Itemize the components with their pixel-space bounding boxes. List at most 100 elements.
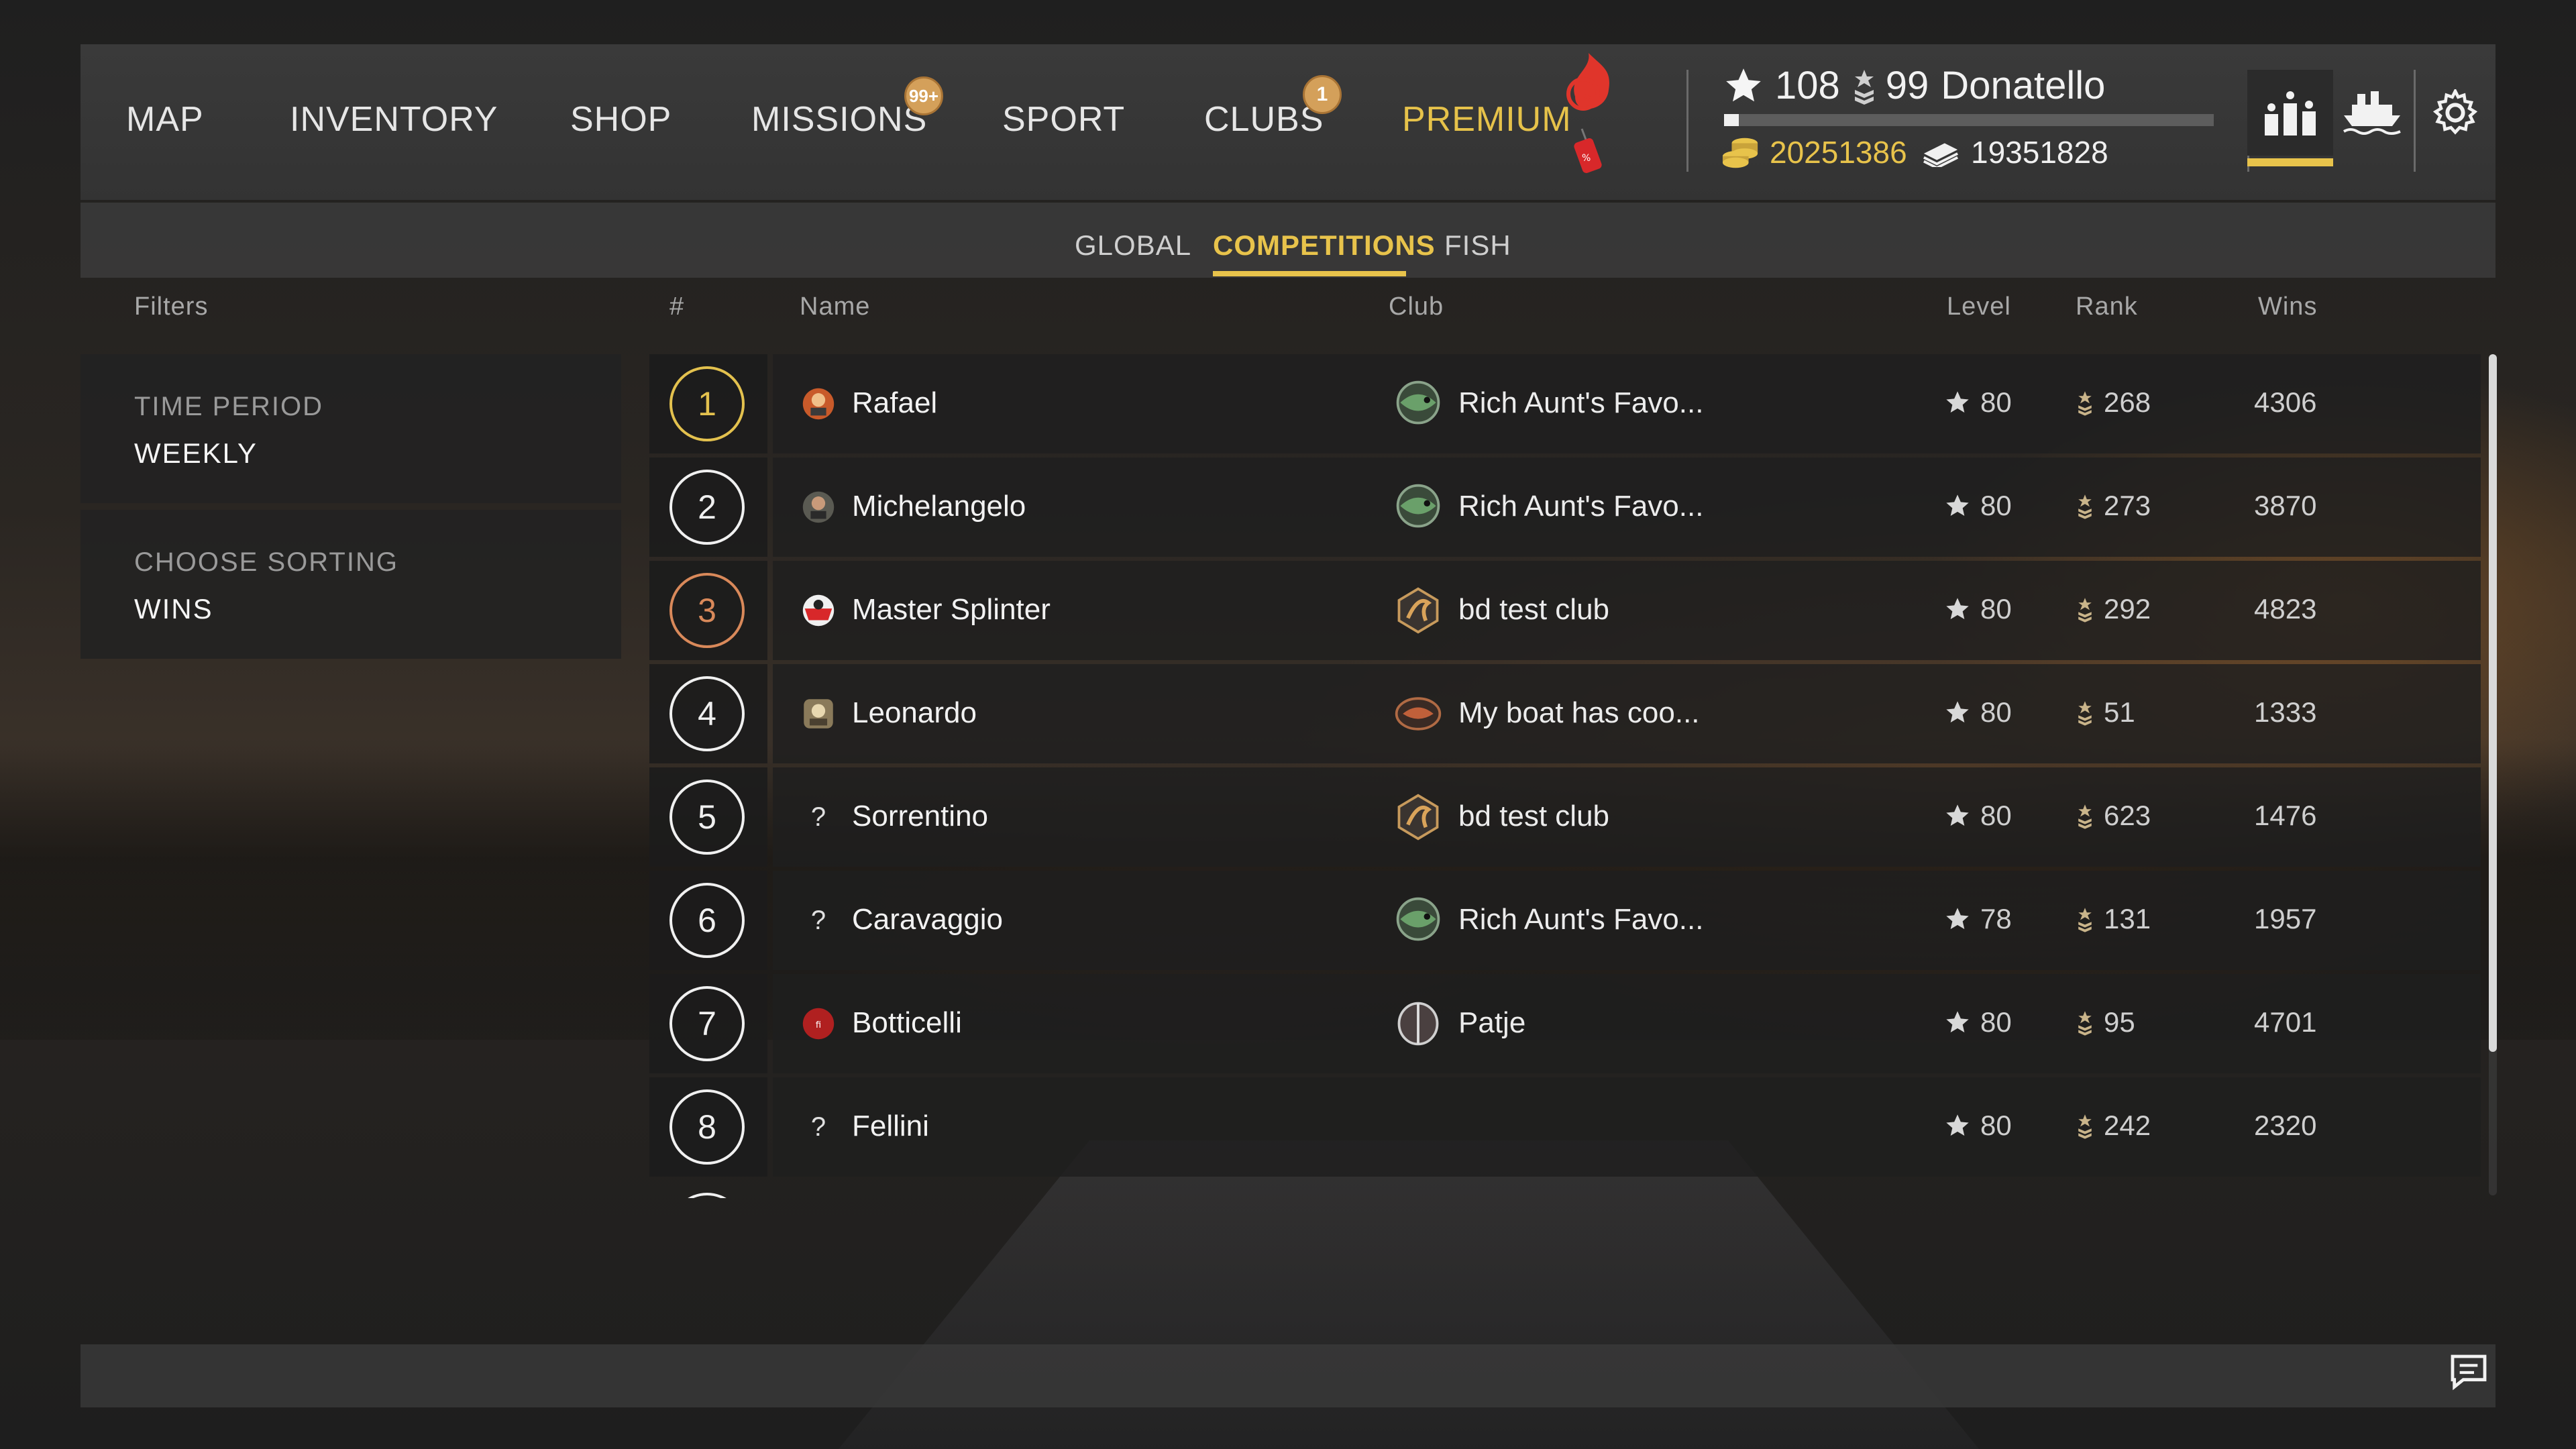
tab-competitions[interactable]: COMPETITIONS <box>1213 229 1436 262</box>
row-rank-cell: 7 <box>649 974 767 1073</box>
chat-bar <box>80 1344 2496 1407</box>
rank-icon <box>1854 69 1874 105</box>
wins-value: 2320 <box>2254 1110 2317 1141</box>
club-name[interactable]: Patje <box>1458 1006 1525 1040</box>
boat-icon <box>2343 91 2401 135</box>
level-value: 80 <box>1944 1006 2012 1038</box>
level-value: 80 <box>1944 490 2012 522</box>
avatar: ? <box>798 797 839 837</box>
position-badge <box>669 1193 745 1198</box>
nav-sport[interactable]: SPORT <box>1002 99 1125 140</box>
silver-amount: 19351828 <box>1971 135 2108 170</box>
level-number: 80 <box>1980 593 2012 625</box>
player-name[interactable]: Botticelli <box>852 1006 962 1040</box>
settings-button[interactable] <box>2412 70 2498 156</box>
player-name[interactable]: Master Splinter <box>852 593 1051 627</box>
rank-icon <box>2078 598 2092 623</box>
club-emblem-icon <box>1391 792 1445 843</box>
club-name[interactable]: Rich Aunt's Favo... <box>1458 386 1703 420</box>
tab-fish[interactable]: FISH <box>1444 229 1511 262</box>
level-value: 80 <box>1944 1110 2012 1142</box>
sorting-value: WINS <box>134 593 213 625</box>
chat-icon[interactable] <box>2447 1351 2490 1394</box>
player-name[interactable]: Rafael <box>852 386 937 420</box>
row-main-cell <box>773 974 2481 1073</box>
table-row[interactable]: 7 fi Botticelli Patje 80 95 4701 <box>649 974 2481 1073</box>
player-name[interactable]: Sorrentino <box>852 800 988 833</box>
leaderboard-button[interactable] <box>2247 70 2333 166</box>
rank-value: 242 <box>2076 1110 2151 1142</box>
rank-number: 242 <box>2104 1110 2151 1141</box>
avatar-icon <box>802 388 835 420</box>
wins-value: 3870 <box>2254 490 2317 521</box>
player-name[interactable]: Caravaggio <box>852 903 1003 936</box>
club-name[interactable]: bd test club <box>1458 800 1609 833</box>
tab-global[interactable]: GLOBAL <box>1075 229 1191 262</box>
player-info: 108 99 Donatello <box>1723 63 2105 108</box>
gear-icon <box>2432 89 2478 135</box>
table-row[interactable]: 5? Sorrentino bd test club 80 623 1476 <box>649 767 2481 867</box>
nav-missions[interactable]: MISSIONS <box>751 99 927 140</box>
table-row-partial <box>649 1181 2481 1198</box>
time-period-label: TIME PERIOD <box>134 392 324 421</box>
time-period-filter[interactable]: TIME PERIOD WEEKLY <box>80 354 621 503</box>
club-name[interactable]: Rich Aunt's Favo... <box>1458 490 1703 523</box>
rank-value: 623 <box>2076 800 2151 832</box>
star-icon <box>1946 494 1969 516</box>
wins-value: 1476 <box>2254 800 2317 831</box>
star-icon <box>1946 1011 1969 1032</box>
table-row[interactable]: 3 Master Splinter bd test club 80 292 4823 <box>649 561 2481 660</box>
row-rank-cell: 6 <box>649 871 767 970</box>
avatar: ? <box>798 900 839 941</box>
position-badge: 5 <box>669 780 745 855</box>
player-level: 108 <box>1775 64 1840 107</box>
nav-shop[interactable]: SHOP <box>570 99 672 140</box>
player-rank: 99 <box>1885 64 1929 107</box>
position-badge: 4 <box>669 676 745 751</box>
sorting-filter[interactable]: CHOOSE SORTING WINS <box>80 510 621 659</box>
gold-currency: 20251386 <box>1721 134 1907 170</box>
player-name[interactable]: Michelangelo <box>852 490 1026 523</box>
rank-icon <box>2078 804 2092 829</box>
table-row[interactable]: 4 Leonardo My boat has coo... 80 51 1333 <box>649 664 2481 763</box>
club-emblem-icon <box>1391 378 1445 429</box>
fishing-camp-button[interactable] <box>2329 70 2415 156</box>
club-name[interactable]: bd test club <box>1458 593 1609 627</box>
table-row[interactable]: 8? Fellini 80 242 2320 <box>649 1077 2481 1177</box>
level-number: 78 <box>1980 903 2012 934</box>
star-icon <box>1946 908 1969 929</box>
rank-number: 95 <box>2104 1006 2135 1038</box>
position-badge: 2 <box>669 470 745 545</box>
gold-amount: 20251386 <box>1770 135 1907 170</box>
nav-map[interactable]: MAP <box>126 99 204 140</box>
leaderboard-scrollbar[interactable] <box>2489 354 2497 1195</box>
nav-inventory[interactable]: INVENTORY <box>290 99 498 140</box>
club-name[interactable]: Rich Aunt's Favo... <box>1458 903 1703 936</box>
position-badge: 3 <box>669 573 745 648</box>
scrollbar-thumb[interactable] <box>2489 354 2497 1052</box>
rank-icon <box>2078 1011 2092 1036</box>
missions-badge: 99+ <box>904 76 943 115</box>
star-icon <box>1946 391 1969 413</box>
column-level: Level <box>1947 292 2011 321</box>
unknown-avatar-icon: ? <box>810 905 826 935</box>
player-name[interactable]: Leonardo <box>852 696 977 730</box>
table-row[interactable]: 6? Caravaggio Rich Aunt's Favo... 78 131 1957 <box>649 871 2481 970</box>
club-emblem-icon <box>1391 998 1445 1049</box>
column-number: # <box>669 292 685 321</box>
rank-value: 95 <box>2076 1006 2135 1038</box>
player-name[interactable]: Fellini <box>852 1110 929 1143</box>
column-name: Name <box>800 292 871 321</box>
column-club: Club <box>1389 292 1444 321</box>
rank-icon <box>2078 1114 2092 1139</box>
table-row[interactable]: 2 Michelangelo Rich Aunt's Favo... 80 273 387… <box>649 458 2481 557</box>
leaderboard-list[interactable]: 1 Rafael Rich Aunt's Favo... 80 268 4306 2 Mich… <box>649 354 2481 1198</box>
table-row[interactable]: 1 Rafael Rich Aunt's Favo... 80 268 4306 <box>649 354 2481 453</box>
nav-premium[interactable]: PREMIUM <box>1402 99 1572 140</box>
row-rank-cell: 2 <box>649 458 767 557</box>
column-rank: Rank <box>2076 292 2138 321</box>
sorting-label: CHOOSE SORTING <box>134 547 398 577</box>
club-emblem-icon <box>1391 895 1445 946</box>
level-number: 80 <box>1980 1006 2012 1038</box>
club-name[interactable]: My boat has coo... <box>1458 696 1700 730</box>
